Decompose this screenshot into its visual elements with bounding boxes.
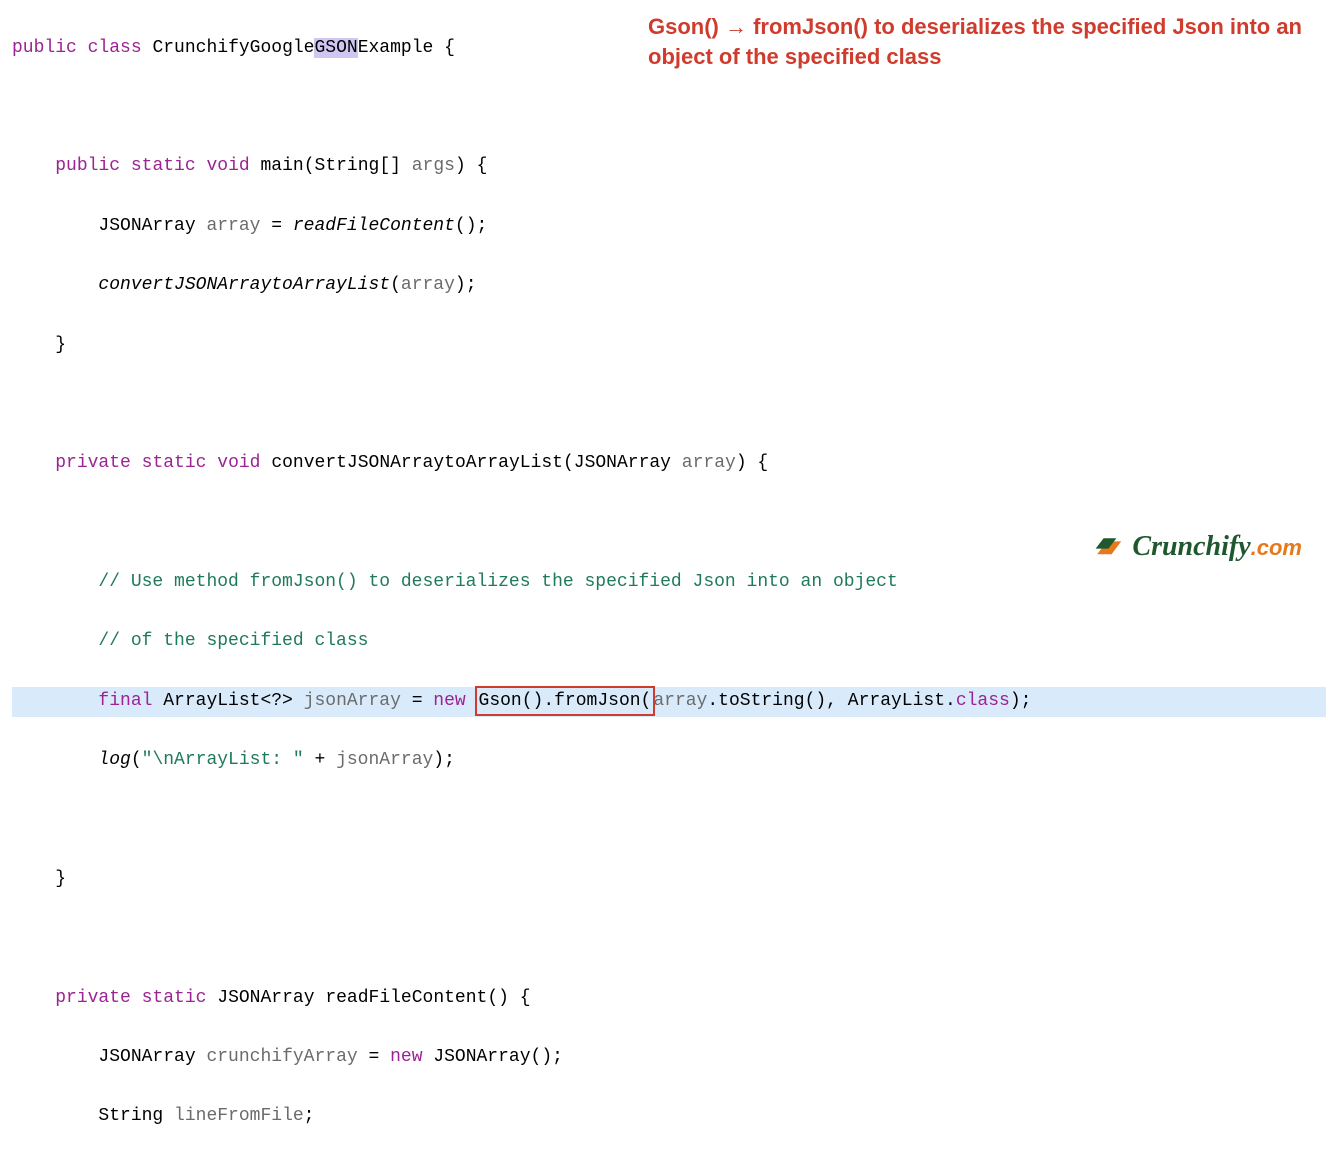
code-line: JSONArray crunchifyArray = new JSONArray… (12, 1043, 1326, 1073)
crunchify-logo: Crunchify.com (1094, 524, 1302, 570)
code-line: // of the specified class (12, 627, 1326, 657)
boxed-highlight: Gson().fromJson( (475, 686, 656, 716)
code-line: convertJSONArraytoArrayList(array); (12, 271, 1326, 301)
code-line: private static void convertJSONArraytoAr… (12, 449, 1326, 479)
annotation-text: Gson() → fromJson() to deserializes the … (648, 12, 1302, 71)
code-line: JSONArray array = readFileContent(); (12, 212, 1326, 242)
code-line: } (12, 331, 1326, 361)
code-block: public class CrunchifyGoogleGSONExample … (0, 0, 1326, 1162)
code-line: private static JSONArray readFileContent… (12, 984, 1326, 1014)
code-line: log("\nArrayList: " + jsonArray); (12, 746, 1326, 776)
logo-text: Crunchify.com (1132, 524, 1302, 570)
code-line: } (12, 865, 1326, 895)
highlighted-line: final ArrayList<?> jsonArray = new Gson(… (12, 687, 1326, 717)
code-line: // Use method fromJson() to deserializes… (12, 568, 1326, 598)
code-line: String lineFromFile; (12, 1102, 1326, 1132)
logo-icon (1094, 535, 1126, 559)
code-line: public static void main(String[] args) { (12, 152, 1326, 182)
